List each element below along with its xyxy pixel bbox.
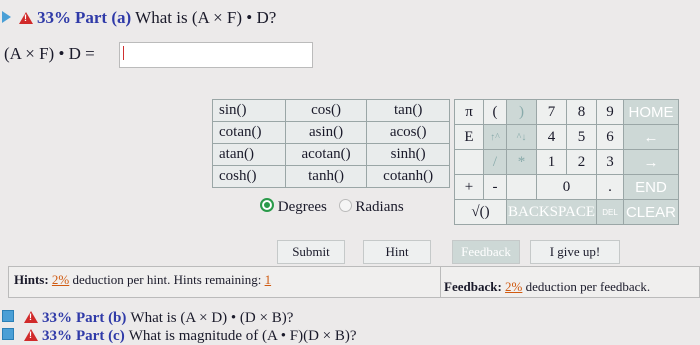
- key-2[interactable]: 2: [565, 149, 597, 175]
- key-e[interactable]: E: [454, 124, 484, 150]
- key-1[interactable]: 1: [535, 149, 567, 175]
- key-sqrt[interactable]: √(): [454, 199, 507, 225]
- fn-cotanh[interactable]: cotanh(): [366, 165, 450, 188]
- part-c-percent: 33%: [42, 328, 72, 344]
- fn-atan[interactable]: atan(): [212, 143, 286, 166]
- hints-prefix: Hints:: [14, 272, 49, 287]
- part-c-question: What is magnitude of (A • F)(D × B)?: [128, 328, 357, 344]
- fn-acotan[interactable]: acotan(): [284, 143, 368, 166]
- key-open-paren[interactable]: (: [483, 99, 507, 125]
- key-6[interactable]: 6: [595, 124, 624, 150]
- key-divide[interactable]: /: [483, 149, 507, 175]
- key-7[interactable]: 7: [536, 99, 567, 125]
- part-c-header: 33% Part (c) What is magnitude of (A • F…: [2, 327, 357, 345]
- expand-box-icon[interactable]: [2, 328, 14, 340]
- part-b-label[interactable]: Part (b): [76, 310, 126, 326]
- feedback-percent: 2%: [505, 279, 523, 294]
- key-del[interactable]: DEL: [595, 199, 624, 225]
- key-3[interactable]: 3: [595, 149, 624, 175]
- function-row: cotan() asin() acos(): [212, 121, 450, 144]
- key-multiply[interactable]: *: [506, 149, 537, 175]
- part-a-label: Part (a): [75, 8, 132, 27]
- fn-tan[interactable]: tan(): [366, 99, 450, 122]
- degrees-radio[interactable]: [260, 198, 274, 212]
- warning-icon: [19, 12, 33, 24]
- part-b-percent: 33%: [42, 310, 72, 326]
- part-a-header: 33% Part (a) What is (A × F) • D?: [2, 8, 276, 28]
- feedback-prefix: Feedback:: [444, 279, 502, 294]
- key-dot[interactable]: .: [595, 174, 624, 200]
- part-b-question: What is (A × D) • (D × B)?: [130, 310, 294, 326]
- part-c-label[interactable]: Part (c): [76, 328, 125, 344]
- expand-box-icon[interactable]: [2, 310, 14, 322]
- warning-icon: [24, 329, 38, 341]
- key-9[interactable]: 9: [595, 99, 624, 125]
- degrees-label: Degrees: [277, 199, 327, 215]
- fn-cosh[interactable]: cosh(): [212, 165, 286, 188]
- keypad: π ( ) 7 8 9 HOME E ↑^ ^↓ 4 5 6 ← / * 1 2…: [454, 99, 679, 225]
- feedback-button[interactable]: Feedback: [452, 240, 520, 264]
- key-left-arrow[interactable]: ←: [622, 124, 679, 150]
- radians-radio[interactable]: [338, 199, 352, 212]
- text-caret: [123, 46, 124, 60]
- fn-cos[interactable]: cos(): [284, 99, 368, 122]
- key-right-arrow[interactable]: →: [622, 149, 679, 175]
- function-table: sin() cos() tan() cotan() asin() acos() …: [212, 99, 450, 188]
- hint-button[interactable]: Hint: [363, 240, 431, 264]
- key-backspace[interactable]: BACKSPACE: [506, 199, 597, 225]
- radians-label: Radians: [355, 199, 404, 215]
- key-clear[interactable]: CLEAR: [622, 199, 679, 225]
- key-close-paren[interactable]: ): [506, 99, 537, 125]
- key-8[interactable]: 8: [565, 99, 597, 125]
- expand-arrow-icon[interactable]: [2, 11, 11, 23]
- function-row: sin() cos() tan(): [212, 99, 450, 122]
- hint-percent: 2%: [51, 272, 70, 287]
- feedback-description: deduction per feedback.: [525, 279, 651, 294]
- angle-mode: Degrees Radians: [260, 198, 404, 216]
- answer-prefix: (A × F) • D =: [4, 44, 95, 63]
- hints-remaining: 1: [264, 272, 272, 287]
- key-pi[interactable]: π: [454, 99, 484, 125]
- key-blank2: [506, 174, 537, 200]
- part-b-header: 33% Part (b) What is (A × D) • (D × B)?: [2, 309, 293, 327]
- fn-asin[interactable]: asin(): [284, 121, 368, 144]
- answer-input[interactable]: [119, 42, 313, 68]
- fn-sin[interactable]: sin(): [212, 99, 286, 122]
- part-a-percent: 33%: [37, 8, 71, 27]
- give-up-button[interactable]: I give up!: [530, 240, 620, 264]
- warning-icon: [24, 311, 38, 323]
- fn-sinh[interactable]: sinh(): [366, 143, 450, 166]
- key-5[interactable]: 5: [565, 124, 597, 150]
- function-row: atan() acotan() sinh(): [212, 143, 450, 166]
- key-0[interactable]: 0: [535, 174, 597, 200]
- hints-text: Hints: 2% deduction per hint. Hints rema…: [14, 272, 271, 288]
- fn-tanh[interactable]: tanh(): [284, 165, 368, 188]
- key-subscript[interactable]: ^↓: [506, 124, 537, 150]
- fn-cotan[interactable]: cotan(): [212, 121, 286, 144]
- hints-description: deduction per hint. Hints remaining:: [72, 272, 262, 287]
- key-blank: [454, 149, 484, 175]
- function-row: cosh() tanh() cotanh(): [212, 165, 450, 188]
- key-home[interactable]: HOME: [622, 99, 679, 125]
- answer-row: (A × F) • D =: [0, 44, 95, 64]
- key-4[interactable]: 4: [535, 124, 567, 150]
- key-superscript[interactable]: ↑^: [483, 124, 507, 150]
- key-end[interactable]: END: [622, 174, 679, 200]
- key-plus[interactable]: +: [454, 174, 484, 200]
- key-minus[interactable]: -: [483, 174, 507, 200]
- fn-acos[interactable]: acos(): [366, 121, 450, 144]
- submit-button[interactable]: Submit: [277, 240, 345, 264]
- feedback-text: Feedback: 2% deduction per feedback.: [444, 279, 650, 295]
- part-a-question: What is (A × F) • D?: [135, 8, 277, 27]
